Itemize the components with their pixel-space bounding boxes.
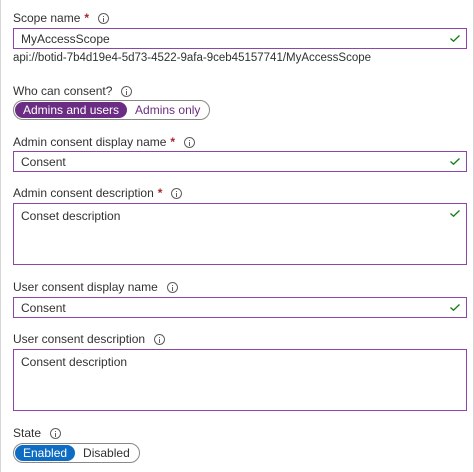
user-consent-display-name-label-text: User consent display name — [13, 280, 158, 294]
state-label-text: State — [13, 426, 42, 440]
who-can-consent-label: Who can consent? — [13, 84, 133, 98]
user-consent-display-name-label: User consent display name — [13, 280, 178, 294]
option-disabled[interactable]: Disabled — [75, 445, 138, 461]
user-consent-display-name-input[interactable]: Consent — [13, 297, 467, 318]
info-icon[interactable] — [171, 187, 183, 199]
info-icon[interactable] — [184, 136, 196, 148]
scope-name-label: Scope name * — [13, 11, 110, 25]
check-icon — [450, 35, 460, 42]
info-icon[interactable] — [154, 333, 166, 345]
required-mark: * — [157, 186, 163, 200]
admin-consent-display-name-label-text: Admin consent display name — [13, 135, 167, 149]
state-label: State — [13, 426, 62, 440]
info-icon[interactable] — [166, 281, 178, 293]
check-icon — [450, 304, 460, 311]
option-enabled[interactable]: Enabled — [15, 445, 76, 461]
option-admins-and-users[interactable]: Admins and users — [15, 102, 128, 118]
check-icon — [450, 158, 460, 165]
form-panel: Scope name * MyAccessScope api://botid-7… — [0, 0, 474, 472]
option-admins-only[interactable]: Admins only — [127, 102, 208, 118]
admin-consent-description-value: Conset description — [21, 209, 121, 223]
info-icon[interactable] — [50, 427, 62, 439]
who-can-consent-label-text: Who can consent? — [13, 84, 113, 98]
state-toggle[interactable]: Enabled Disabled — [13, 443, 140, 463]
scope-uri: api://botid-7b4d19e4-5d73-4522-9afa-9ceb… — [13, 52, 372, 64]
user-consent-description-value: Consent description — [21, 355, 128, 369]
admin-consent-display-name-value: Consent — [21, 155, 66, 169]
user-consent-description-label: User consent description — [13, 332, 166, 346]
info-icon[interactable] — [121, 85, 133, 97]
who-can-consent-toggle[interactable]: Admins and users Admins only — [13, 100, 211, 120]
admin-consent-description-label: Admin consent description * — [13, 186, 183, 200]
user-consent-description-textarea[interactable]: Consent description — [13, 349, 467, 411]
required-mark: * — [170, 135, 176, 149]
admin-consent-description-textarea[interactable]: Conset description — [13, 203, 467, 265]
required-mark: * — [84, 11, 90, 25]
admin-consent-description-label-text: Admin consent description — [13, 186, 154, 200]
user-consent-description-label-text: User consent description — [13, 332, 146, 346]
info-icon[interactable] — [98, 12, 110, 24]
scope-name-label-text: Scope name — [13, 11, 81, 25]
scope-name-input[interactable]: MyAccessScope — [13, 28, 467, 49]
user-consent-display-name-value: Consent — [21, 301, 66, 315]
admin-consent-display-name-label: Admin consent display name * — [13, 135, 196, 149]
scope-name-value: MyAccessScope — [21, 32, 110, 46]
admin-consent-display-name-input[interactable]: Consent — [13, 151, 467, 172]
check-icon — [450, 210, 460, 217]
